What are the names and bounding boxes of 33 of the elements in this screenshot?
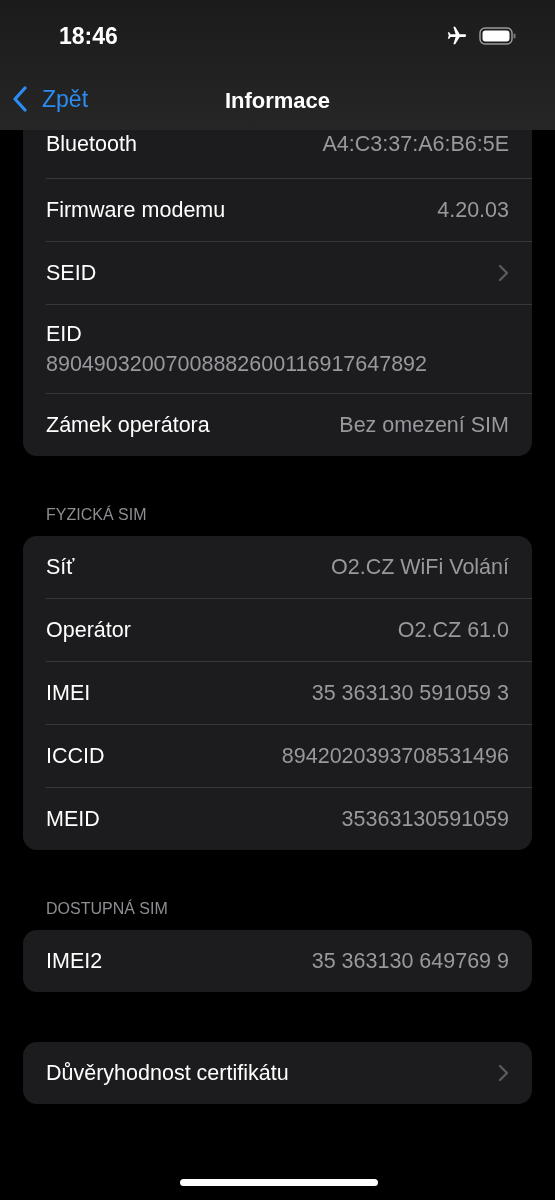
row-label: IMEI [46, 680, 91, 706]
settings-row-link[interactable]: Důvěryhodnost certifikátu [23, 1042, 532, 1104]
back-button[interactable]: Zpět [12, 82, 89, 116]
row-value: 89049032007008882600116917647892 [46, 351, 428, 377]
row-label: IMEI2 [46, 948, 103, 974]
row-label: Operátor [46, 617, 131, 643]
row-value: 35 363130 591059 3 [311, 680, 509, 706]
row-value: O2.CZ WiFi Volání [331, 554, 509, 580]
row-label: MEID [46, 806, 100, 832]
row-label: Firmware modemu [46, 197, 226, 223]
row-value: O2.CZ 61.0 [397, 617, 509, 643]
chevron-right-icon [498, 264, 509, 282]
row-value: 35 363130 649769 9 [311, 948, 509, 974]
section-header: FYZICKÁ SIM [45, 504, 148, 525]
status-time: 18:46 [59, 22, 118, 50]
row-label: Síť [46, 554, 75, 580]
screen-title: Informace [224, 88, 331, 114]
row-value: 35363130591059 [341, 806, 509, 832]
chevron-right-icon [498, 1064, 509, 1082]
row-value: Bez omezení SIM [339, 412, 509, 438]
row-label: Důvěryhodnost certifikátu [46, 1060, 289, 1086]
row-label: EID [46, 321, 82, 347]
row-label: Zámek operátora [46, 412, 210, 438]
chevron-left-icon [12, 86, 28, 112]
row-label: SEID [46, 260, 97, 286]
row-value: 8942020393708531496 [281, 743, 509, 769]
section-header: DOSTUPNÁ SIM [45, 898, 169, 919]
row-value: A4:C3:37:A6:B6:5E [322, 132, 509, 157]
row-label: ICCID [46, 743, 105, 769]
row-label: Bluetooth [46, 132, 137, 157]
settings-row-link[interactable]: SEID [23, 242, 532, 304]
battery-icon [479, 26, 517, 46]
row-value: 4.20.03 [437, 197, 509, 223]
